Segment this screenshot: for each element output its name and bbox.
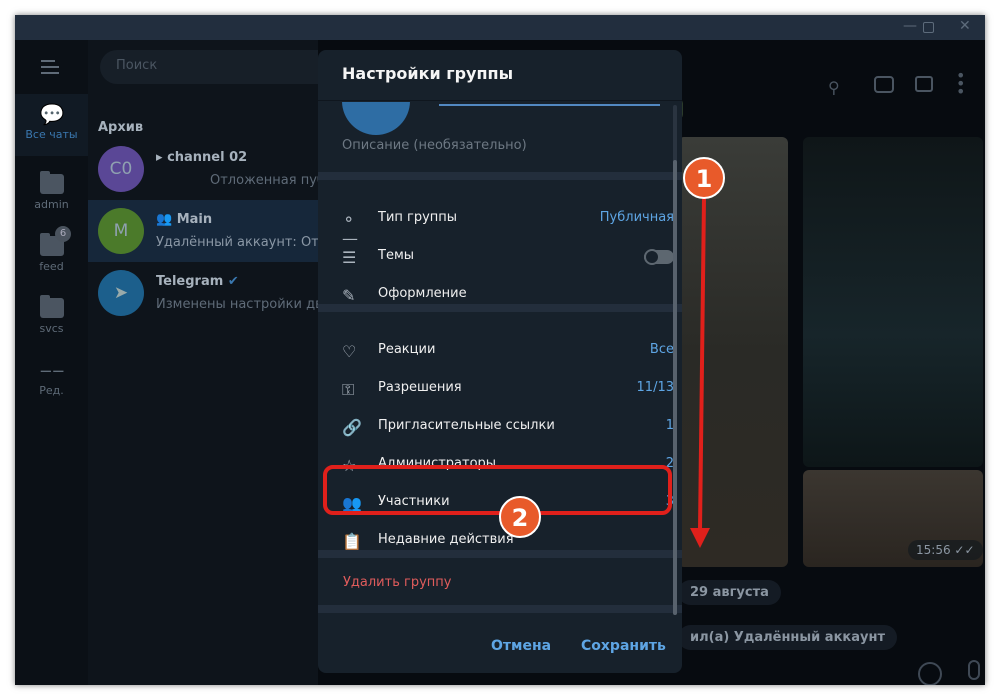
annotation-arrow xyxy=(698,197,706,531)
annotation-arrowhead xyxy=(690,528,710,548)
annotation-overlay: 1 2 xyxy=(323,157,725,548)
marker-2-label: 2 xyxy=(512,504,529,532)
marker-1-label: 1 xyxy=(696,165,713,193)
annotation-highlight xyxy=(323,465,672,515)
